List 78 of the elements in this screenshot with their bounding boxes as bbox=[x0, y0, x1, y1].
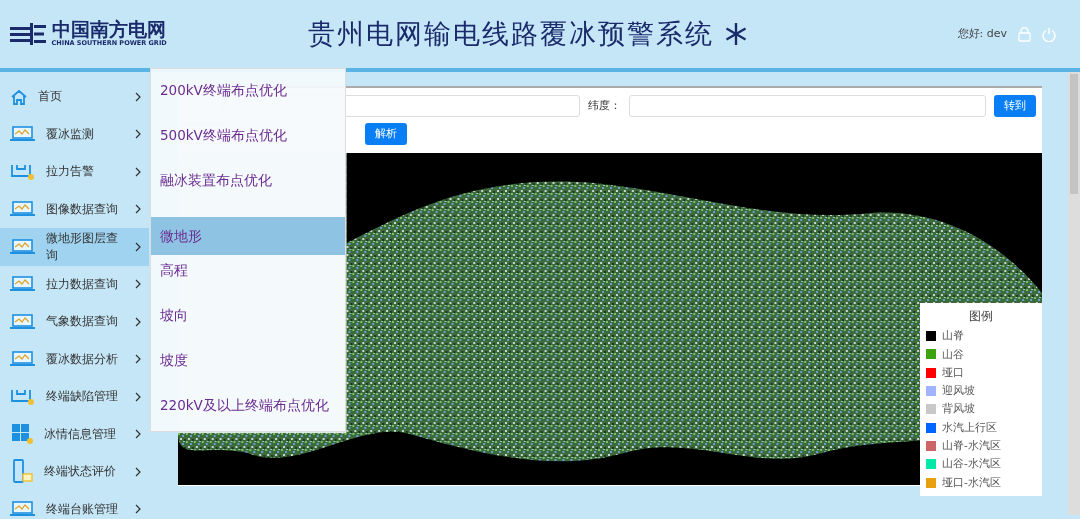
sidebar-item[interactable]: 覆冰数据分析 bbox=[0, 340, 149, 378]
chevron-icon bbox=[135, 166, 141, 177]
submenu-item[interactable]: 500kV终端布点优化 bbox=[151, 127, 345, 172]
sidebar-label: 覆冰数据分析 bbox=[46, 350, 119, 368]
laptop-icon bbox=[10, 501, 36, 518]
user-greeting: 您好: dev bbox=[957, 25, 1007, 42]
sidebar-item[interactable]: 拉力告警 bbox=[0, 153, 149, 191]
laptop-icon bbox=[10, 276, 36, 293]
sidebar-item[interactable]: 覆冰监测 bbox=[0, 115, 149, 153]
legend-label: 山脊 bbox=[942, 328, 964, 344]
sidebar-label: 冰情信息管理 bbox=[44, 425, 117, 443]
sidebar-label: 拉力告警 bbox=[46, 163, 95, 181]
sidebar-item[interactable]: 终端台账管理 bbox=[0, 490, 149, 519]
sidebar-label: 覆冰监测 bbox=[46, 125, 95, 143]
power-icon[interactable] bbox=[1042, 26, 1056, 42]
snowflake-icon bbox=[725, 22, 747, 46]
legend-label: 水汽上行区 bbox=[942, 419, 997, 435]
sidebar-item[interactable]: 首页 bbox=[0, 78, 149, 116]
submenu-item[interactable]: 高程 bbox=[151, 262, 345, 307]
sidebar-item[interactable]: 拉力数据查询 bbox=[0, 265, 149, 303]
logo-text: 中国南方电网 bbox=[51, 19, 166, 39]
sidebar-item[interactable]: 微地形图层查询 bbox=[0, 228, 149, 266]
submenu-item[interactable]: 微地形 bbox=[151, 217, 345, 255]
submenu-item[interactable]: 200kV终端布点优化 bbox=[151, 82, 345, 127]
submenu-item[interactable]: 220kV及以上终端布点优化 bbox=[151, 397, 345, 442]
sidebar-label: 首页 bbox=[38, 88, 63, 106]
sidebar-label: 终端台账管理 bbox=[46, 500, 119, 518]
chevron-icon bbox=[135, 391, 141, 402]
chevron-icon bbox=[135, 91, 141, 102]
legend-label: 背风坡 bbox=[942, 401, 975, 417]
submenu-item[interactable]: 坡度 bbox=[151, 352, 345, 397]
sidebar-label: 气象数据查询 bbox=[46, 313, 119, 331]
parse-button[interactable]: 解析 bbox=[365, 123, 407, 145]
submenu-item[interactable]: 融冰装置布点优化 bbox=[151, 172, 345, 217]
chevron-icon bbox=[135, 279, 141, 290]
goto-button[interactable]: 转到 bbox=[994, 95, 1036, 117]
legend-title: 图例 bbox=[968, 308, 994, 325]
tray-icon bbox=[10, 387, 36, 406]
sidebar-item[interactable]: 终端状态评价 bbox=[0, 453, 149, 491]
chevron-icon bbox=[135, 241, 141, 252]
latitude-input[interactable] bbox=[628, 95, 986, 117]
home-icon bbox=[10, 88, 28, 105]
chevron-icon bbox=[135, 316, 141, 327]
chevron-icon bbox=[135, 429, 141, 440]
sidebar-item[interactable]: 图像数据查询 bbox=[0, 190, 149, 228]
lock-icon[interactable] bbox=[1018, 26, 1031, 42]
sidebar-label: 微地形图层查询 bbox=[46, 229, 119, 264]
scrollbar-thumb[interactable] bbox=[1070, 74, 1078, 194]
chevron-icon bbox=[135, 204, 141, 215]
cubes-icon bbox=[10, 423, 34, 446]
laptop-icon bbox=[10, 126, 36, 143]
laptop-icon bbox=[10, 351, 36, 368]
app-title: 贵州电网输电线路覆冰预警系统 bbox=[308, 16, 714, 51]
legend-label: 垭口-水汽区 bbox=[942, 474, 1001, 490]
sidebar-item[interactable]: 气象数据查询 bbox=[0, 303, 149, 341]
tray-icon bbox=[10, 162, 36, 181]
legend-label: 山谷-水汽区 bbox=[942, 456, 1001, 472]
laptop-icon bbox=[10, 313, 36, 330]
chevron-icon bbox=[135, 466, 141, 477]
chevron-icon bbox=[135, 354, 141, 365]
laptop-icon bbox=[10, 238, 36, 255]
legend-label: 垭口 bbox=[942, 364, 964, 380]
chevron-icon bbox=[135, 129, 141, 140]
sidebar-item[interactable]: 冰情信息管理 bbox=[0, 415, 149, 453]
logo-icon bbox=[10, 23, 46, 45]
submenu-item[interactable]: 坡向 bbox=[151, 307, 345, 352]
sidebar-label: 拉力数据查询 bbox=[46, 275, 119, 293]
legend-label: 山谷 bbox=[942, 346, 964, 362]
legend-label: 山脊-水汽区 bbox=[942, 438, 1001, 454]
sidebar-label: 终端缺陷管理 bbox=[46, 388, 119, 406]
sidebar-label: 终端状态评价 bbox=[44, 463, 117, 481]
sidebar-item[interactable]: 终端缺陷管理 bbox=[0, 378, 149, 416]
laptop-icon bbox=[10, 201, 36, 218]
chevron-icon bbox=[135, 504, 141, 515]
device-icon bbox=[10, 458, 34, 485]
latitude-label: 纬度： bbox=[587, 97, 621, 114]
legend-label: 迎风坡 bbox=[942, 383, 975, 399]
sidebar-label: 图像数据查询 bbox=[46, 200, 119, 218]
